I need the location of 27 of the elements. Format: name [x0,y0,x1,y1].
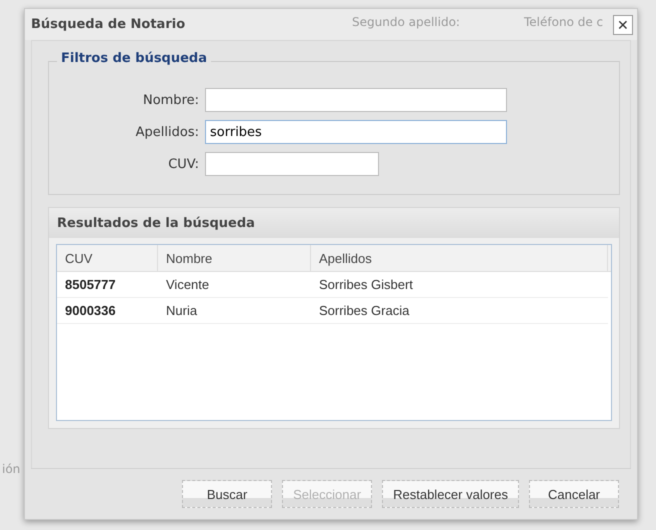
action-button[interactable]: Cancelar [529,480,619,508]
table-cell-text: Vicente [165,276,210,294]
result-row[interactable]: 9000336 Nuria Sorribes Gracia [57,298,608,324]
result-row[interactable]: 8505777 Vicente Sorribes Gisbert [57,272,608,298]
table-cell-text: Nuria [165,302,198,320]
dialog-title: Búsqueda de Notario [31,17,186,32]
table-cell-text: 8505777 [64,276,117,294]
field-label: Nombre: [142,92,199,108]
input-field[interactable]: sorribes [205,120,507,144]
close-button[interactable]: ✕ [613,14,633,34]
action-button[interactable]: Buscar [182,480,272,508]
table-cell-text: Sorribes Gracia [318,302,410,320]
action-button[interactable]: Restablecer valores [382,480,519,508]
results-title: Resultados de la búsqueda [57,216,255,230]
filters-legend: Filtros de búsqueda [57,51,212,66]
input-field[interactable] [205,152,379,176]
background-label: Teléfono de c [524,15,604,29]
background-label: ión [2,462,20,476]
column-header[interactable]: Apellidos [311,245,608,271]
field-label: CUV: [167,156,199,172]
column-header[interactable]: Nombre [158,245,311,271]
column-header[interactable]: CUV [57,245,158,271]
table-cell-text: Sorribes Gisbert [318,276,414,294]
input-field[interactable] [205,88,507,112]
field-label: Apellidos: [134,124,199,140]
background-label: Segundo apellido: [352,15,460,29]
table-cell-text: 9000336 [64,302,117,320]
